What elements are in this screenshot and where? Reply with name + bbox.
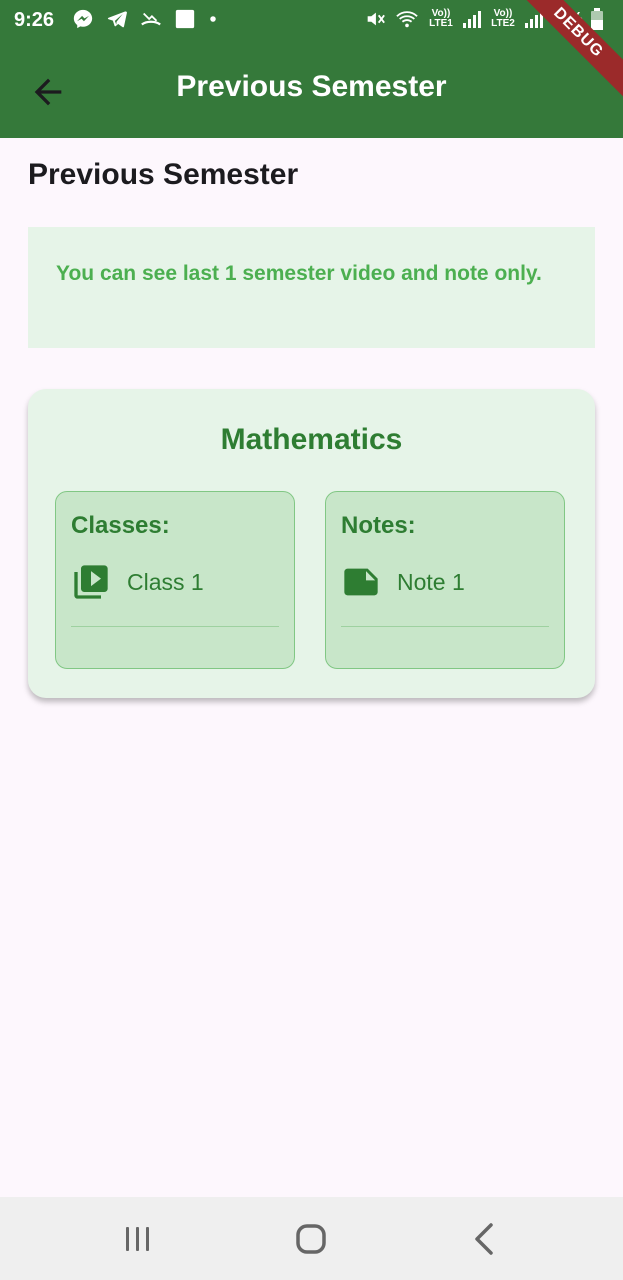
app-bar: Previous Semester [0, 42, 623, 138]
lte2-label: Vo)) LTE2 [491, 8, 515, 29]
notes-section: Notes: Note 1 [325, 491, 565, 669]
info-notice-text: You can see last 1 semester video and no… [56, 262, 542, 285]
video-library-icon [74, 565, 108, 599]
classes-section: Classes: Class 1 [55, 491, 295, 669]
note-item-label: Note 1 [397, 568, 465, 595]
subject-title: Mathematics [220, 423, 403, 456]
note-item[interactable]: Note 1 [341, 562, 465, 602]
status-bar: 9:26 Vo)) LTE1 Vo)) LTE2 5 % [0, 0, 623, 42]
subject-card: Mathematics Classes: Class 1 Notes: Note… [28, 389, 595, 698]
notes-heading: Notes: [341, 512, 416, 539]
back-nav-icon[interactable] [465, 1219, 505, 1259]
messenger-icon [73, 9, 93, 29]
dot-icon [210, 16, 216, 22]
home-icon[interactable] [291, 1219, 331, 1259]
classes-divider [71, 626, 279, 627]
battery-icon [591, 8, 603, 30]
system-nav-bar [0, 1197, 623, 1280]
classes-heading: Classes: [71, 512, 170, 539]
note-icon [344, 568, 378, 596]
signal-icon-1 [462, 11, 481, 28]
app-square-icon [175, 9, 195, 29]
class-item[interactable]: Class 1 [71, 562, 204, 602]
app-bar-title: Previous Semester [176, 70, 447, 103]
status-notification-icons [72, 8, 218, 30]
status-time: 9:26 [14, 9, 55, 31]
telegram-icon [107, 11, 127, 28]
info-notice: You can see last 1 semester video and no… [28, 227, 595, 348]
recents-icon[interactable] [118, 1219, 158, 1259]
missed-call-icon [141, 12, 161, 26]
wifi-icon [396, 11, 418, 28]
mute-icon [367, 12, 385, 26]
lte1-label: Vo)) LTE1 [429, 8, 453, 29]
notes-divider [341, 626, 549, 627]
class-item-label: Class 1 [127, 568, 204, 595]
page-title: Previous Semester [28, 158, 299, 191]
